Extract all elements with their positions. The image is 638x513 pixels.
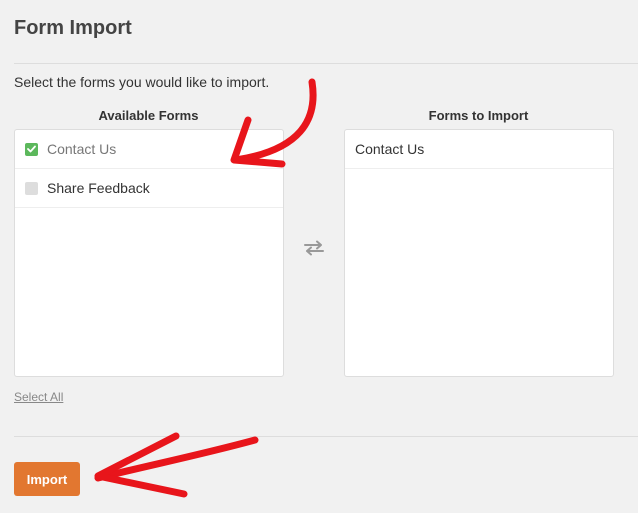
import-button[interactable]: Import bbox=[14, 462, 80, 496]
header-divider bbox=[14, 63, 638, 64]
annotation-arrowhead-bottom bbox=[94, 432, 188, 498]
checkbox-icon[interactable] bbox=[25, 181, 38, 195]
available-form-item[interactable]: Contact Us bbox=[15, 130, 283, 169]
available-forms-list: Contact Us Share Feedback bbox=[14, 129, 284, 377]
annotation-arrow-bottom bbox=[94, 436, 259, 482]
page-title: Form Import bbox=[14, 17, 132, 39]
instructions-text: Select the forms you would like to impor… bbox=[14, 74, 270, 90]
checkmark-icon[interactable] bbox=[25, 142, 38, 156]
available-forms-heading: Available Forms bbox=[98, 108, 199, 123]
import-form-item[interactable]: Contact Us bbox=[345, 130, 613, 169]
forms-to-import-heading: Forms to Import bbox=[428, 108, 529, 123]
footer-divider bbox=[14, 436, 638, 437]
swap-arrows-icon bbox=[304, 240, 324, 256]
available-form-item[interactable]: Share Feedback bbox=[15, 169, 283, 208]
select-all-link[interactable]: Select All bbox=[14, 390, 63, 404]
forms-to-import-list: Contact Us bbox=[344, 129, 614, 377]
available-form-label: Share Feedback bbox=[47, 180, 150, 196]
import-form-label: Contact Us bbox=[355, 141, 425, 157]
available-form-label: Contact Us bbox=[47, 141, 117, 157]
